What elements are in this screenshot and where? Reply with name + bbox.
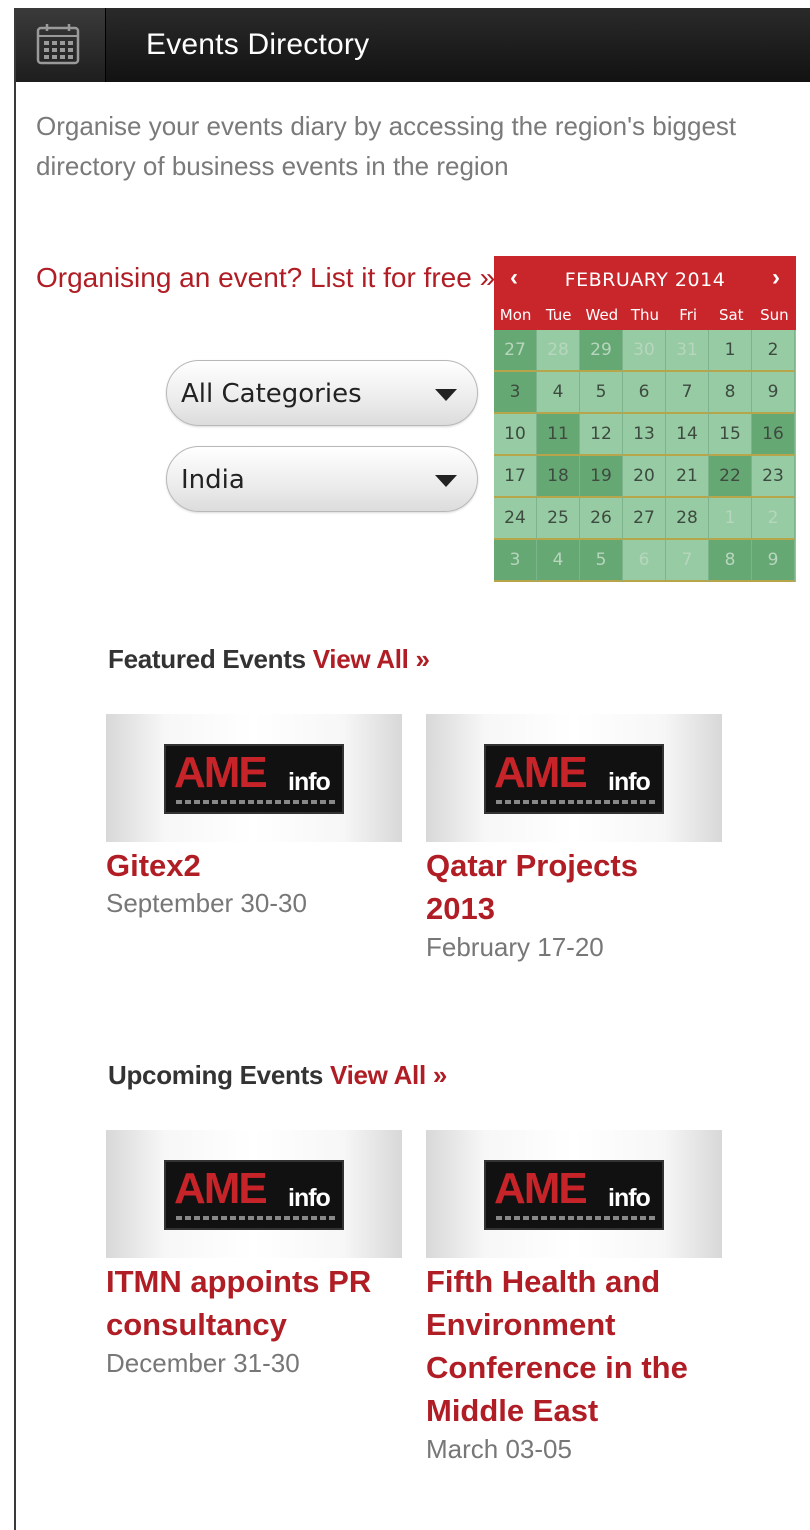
featured-events-title: Featured Events (108, 644, 306, 674)
calendar-day[interactable]: 2 (752, 498, 795, 540)
calendar-day[interactable]: 29 (580, 330, 623, 372)
event-title-link[interactable]: Qatar Projects 2013 (426, 844, 686, 930)
calendar-day[interactable]: 5 (580, 540, 623, 582)
calendar-day[interactable]: 10 (494, 414, 537, 456)
calendar-day[interactable]: 1 (709, 330, 752, 372)
calendar-day[interactable]: 1 (709, 498, 752, 540)
event-date: March 03-05 (426, 1434, 572, 1464)
calendar-day[interactable]: 9 (752, 372, 795, 414)
calendar-header: ‹ FEBRUARY 2014 › (494, 256, 796, 302)
calendar-day[interactable]: 7 (666, 372, 709, 414)
event-title-link[interactable]: ITMN appoints PR consultancy (106, 1260, 396, 1346)
weekday-label: Tue (545, 306, 572, 324)
calendar-day[interactable]: 8 (709, 372, 752, 414)
ameinfo-logo: AME info (484, 1160, 664, 1230)
events-widget: Events Directory Organise your events di… (14, 8, 810, 1530)
calendar-weekdays: Mon Tue Wed Thu Fri Sat Sun (494, 302, 796, 330)
calendar-day[interactable]: 3 (494, 540, 537, 582)
calendar-day[interactable]: 31 (666, 330, 709, 372)
ameinfo-logo: AME info (164, 744, 344, 814)
calendar-days-grid: 27 28 29 30 31 1 2 3 4 5 6 7 8 9 10 11 12 13 14 15 16 17 18 19 2… (494, 330, 796, 582)
weekday-label: Thu (630, 306, 660, 324)
calendar-day[interactable]: 4 (537, 540, 580, 582)
calendar-day[interactable]: 3 (494, 372, 537, 414)
calendar-day[interactable]: 2 (752, 330, 795, 372)
calendar-icon (36, 24, 80, 65)
category-select-value: All Categories (181, 379, 362, 409)
calendar-day[interactable]: 12 (580, 414, 623, 456)
calendar-day[interactable]: 18 (537, 456, 580, 498)
calendar-day[interactable]: 4 (537, 372, 580, 414)
intro-text: Organise your events diary by accessing … (36, 111, 737, 181)
calendar-day[interactable]: 21 (666, 456, 709, 498)
widget-title: Events Directory (146, 28, 370, 61)
weekday-label: Fri (679, 306, 698, 324)
event-date: December 31-30 (106, 1348, 300, 1378)
event-thumbnail[interactable]: AME info (426, 1130, 722, 1258)
calendar-day[interactable]: 24 (494, 498, 537, 540)
weekday-label: Mon (499, 306, 532, 324)
calendar-day[interactable]: 13 (623, 414, 666, 456)
calendar-day[interactable]: 28 (666, 498, 709, 540)
calendar-day[interactable]: 20 (623, 456, 666, 498)
widget-header: Events Directory (16, 8, 810, 82)
calendar-day[interactable]: 15 (709, 414, 752, 456)
calendar-day[interactable]: 5 (580, 372, 623, 414)
header-icon-box (16, 8, 106, 82)
event-thumbnail[interactable]: AME info (106, 714, 402, 842)
calendar-day[interactable]: 27 (623, 498, 666, 540)
weekday-label: Sun (760, 306, 789, 324)
calendar-day[interactable]: 11 (537, 414, 580, 456)
calendar-day[interactable]: 27 (494, 330, 537, 372)
calendar-day[interactable]: 26 (580, 498, 623, 540)
category-select[interactable]: All Categories (166, 360, 478, 426)
country-select[interactable]: India (166, 446, 478, 512)
calendar-day[interactable]: 6 (623, 372, 666, 414)
calendar-day[interactable]: 19 (580, 456, 623, 498)
calendar-day[interactable]: 16 (752, 414, 795, 456)
list-event-link[interactable]: Organising an event? List it for free » (36, 258, 496, 298)
calendar-day[interactable]: 23 (752, 456, 795, 498)
weekday-label: Sat (718, 306, 744, 324)
event-calendar: ‹ FEBRUARY 2014 › Mon Tue Wed Thu Fri Sa… (494, 256, 796, 582)
country-select-value: India (181, 465, 245, 495)
calendar-day[interactable]: 17 (494, 456, 537, 498)
calendar-day[interactable]: 14 (666, 414, 709, 456)
calendar-month-label: FEBRUARY 2014 (564, 269, 726, 291)
calendar-day[interactable]: 8 (709, 540, 752, 582)
weekday-label: Wed (585, 306, 619, 324)
event-date: February 17-20 (426, 932, 604, 962)
calendar-day[interactable]: 7 (666, 540, 709, 582)
calendar-day[interactable]: 25 (537, 498, 580, 540)
featured-events-heading: Featured Events View All » (108, 644, 430, 675)
calendar-day[interactable]: 22 (709, 456, 752, 498)
event-thumbnail[interactable]: AME info (106, 1130, 402, 1258)
chevron-down-icon (435, 389, 457, 401)
ameinfo-logo: AME info (484, 744, 664, 814)
upcoming-events-heading: Upcoming Events View All » (108, 1060, 447, 1091)
chevron-down-icon (435, 475, 457, 487)
event-title-link[interactable]: Gitex2 (106, 844, 406, 887)
featured-view-all-link[interactable]: View All » (313, 644, 430, 674)
calendar-day[interactable]: 28 (537, 330, 580, 372)
upcoming-events-title: Upcoming Events (108, 1060, 324, 1090)
ameinfo-logo: AME info (164, 1160, 344, 1230)
calendar-day[interactable]: 6 (623, 540, 666, 582)
event-thumbnail[interactable]: AME info (426, 714, 722, 842)
calendar-next-button[interactable]: › (772, 264, 780, 292)
event-title-link[interactable]: Fifth Health and Environment Conference … (426, 1260, 716, 1432)
calendar-day[interactable]: 30 (623, 330, 666, 372)
upcoming-view-all-link[interactable]: View All » (330, 1060, 447, 1090)
calendar-day[interactable]: 9 (752, 540, 795, 582)
event-date: September 30-30 (106, 888, 307, 918)
